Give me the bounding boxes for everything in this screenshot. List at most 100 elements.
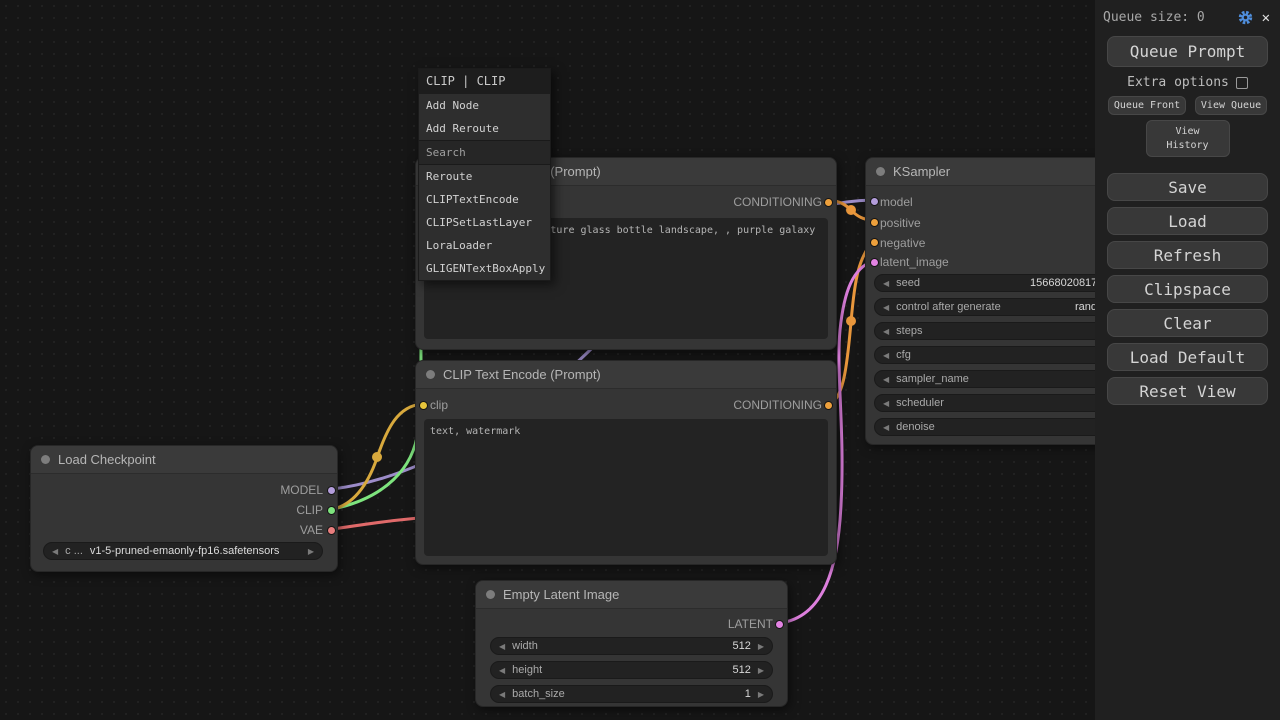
load-button[interactable]: Load xyxy=(1107,207,1268,235)
increment-arrow-icon[interactable]: ▶ xyxy=(758,690,764,699)
decrement-arrow-icon[interactable]: ◀ xyxy=(883,375,889,384)
clear-button[interactable]: Clear xyxy=(1107,309,1268,337)
input-slot-positive: positive xyxy=(880,216,921,230)
output-slot-model: MODEL xyxy=(280,483,323,497)
decrement-arrow-icon[interactable]: ◀ xyxy=(883,303,889,312)
input-slot-latent-image: latent_image xyxy=(880,255,949,269)
node-header[interactable]: Load Checkpoint xyxy=(31,446,337,474)
menu-item-loraloader[interactable]: LoraLoader xyxy=(419,234,550,257)
clipspace-button[interactable]: Clipspace xyxy=(1107,275,1268,303)
decrement-arrow-icon[interactable]: ◀ xyxy=(883,279,889,288)
widget-value: 1 xyxy=(745,688,751,700)
output-dot-conditioning[interactable] xyxy=(824,198,833,207)
menu-search-input[interactable]: Search xyxy=(419,140,550,165)
widget-label: scheduler xyxy=(896,397,944,409)
menu-item-clipsetlastlayer[interactable]: CLIPSetLastLayer xyxy=(419,211,550,234)
link-midpoint-dot xyxy=(372,452,382,462)
collapse-dot-icon[interactable] xyxy=(876,167,885,176)
wire-clip-drag xyxy=(333,201,423,509)
decrement-arrow-icon[interactable]: ◀ xyxy=(499,642,505,651)
output-dot-model[interactable] xyxy=(327,486,336,495)
widget-label: c ... xyxy=(65,545,83,557)
add-node-context-menu: CLIP | CLIP Add Node Add Reroute Search … xyxy=(418,68,551,281)
queue-front-button[interactable]: Queue Front xyxy=(1108,96,1186,115)
menu-item-gligentextboxapply[interactable]: GLIGENTextBoxApply xyxy=(419,257,550,280)
decrement-arrow-icon[interactable]: ◀ xyxy=(499,690,505,699)
comfyui-menu-panel: Queue size: 0 ✕ Queue Prompt Extra optio… xyxy=(1095,0,1280,720)
widget-value: 512 xyxy=(732,640,750,652)
widget-width[interactable]: ◀ width 512 ▶ xyxy=(490,637,773,655)
close-menu-icon[interactable]: ✕ xyxy=(1262,10,1270,26)
output-dot-latent[interactable] xyxy=(775,620,784,629)
widget-value: v1-5-pruned-emaonly-fp16.safetensors xyxy=(90,545,280,557)
node-header[interactable]: CLIP Text Encode (Prompt) xyxy=(416,361,836,389)
decrement-arrow-icon[interactable]: ◀ xyxy=(52,547,58,556)
increment-arrow-icon[interactable]: ▶ xyxy=(758,666,764,675)
output-slot-latent: LATENT xyxy=(728,617,773,631)
view-history-button[interactable]: View History xyxy=(1146,120,1230,157)
input-slot-negative: negative xyxy=(880,236,925,250)
input-slot-model: model xyxy=(880,195,913,209)
input-dot-clip[interactable] xyxy=(419,401,428,410)
menu-item-reroute[interactable]: Reroute xyxy=(419,165,550,188)
reset-view-button[interactable]: Reset View xyxy=(1107,377,1268,405)
widget-value: 512 xyxy=(732,664,750,676)
widget-label: width xyxy=(512,640,538,652)
decrement-arrow-icon[interactable]: ◀ xyxy=(883,399,889,408)
collapse-dot-icon[interactable] xyxy=(426,370,435,379)
widget-label: height xyxy=(512,664,542,676)
collapse-dot-icon[interactable] xyxy=(41,455,50,464)
output-slot-conditioning: CONDITIONING xyxy=(733,398,822,412)
queue-size-label: Queue size: 0 xyxy=(1103,10,1229,25)
output-slot-conditioning: CONDITIONING xyxy=(733,195,822,209)
load-default-button[interactable]: Load Default xyxy=(1107,343,1268,371)
extra-options-label: Extra options xyxy=(1127,75,1229,90)
widget-batch-size[interactable]: ◀ batch_size 1 ▶ xyxy=(490,685,773,703)
widget-value: 15668020817 xyxy=(1030,277,1097,289)
node-title: CLIP Text Encode (Prompt) xyxy=(443,367,601,382)
settings-gear-icon[interactable] xyxy=(1237,9,1254,26)
widget-label: steps xyxy=(896,325,922,337)
decrement-arrow-icon[interactable]: ◀ xyxy=(883,351,889,360)
queue-prompt-button[interactable]: Queue Prompt xyxy=(1107,36,1268,67)
collapse-dot-icon[interactable] xyxy=(486,590,495,599)
node-title: KSampler xyxy=(893,164,950,179)
input-dot-latent-image[interactable] xyxy=(870,258,879,267)
increment-arrow-icon[interactable]: ▶ xyxy=(758,642,764,651)
node-title: Load Checkpoint xyxy=(58,452,156,467)
node-header[interactable]: Empty Latent Image xyxy=(476,581,787,609)
save-button[interactable]: Save xyxy=(1107,173,1268,201)
decrement-arrow-icon[interactable]: ◀ xyxy=(499,666,505,675)
extra-options-checkbox[interactable] xyxy=(1236,77,1248,89)
node-empty-latent-image[interactable]: Empty Latent Image LATENT ◀ width 512 ▶ … xyxy=(475,580,788,707)
node-load-checkpoint[interactable]: Load Checkpoint MODEL CLIP VAE ◀ c ... v… xyxy=(30,445,338,572)
refresh-button[interactable]: Refresh xyxy=(1107,241,1268,269)
output-dot-vae[interactable] xyxy=(327,526,336,535)
input-dot-negative[interactable] xyxy=(870,238,879,247)
link-midpoint-dot xyxy=(846,316,856,326)
output-dot-conditioning[interactable] xyxy=(824,401,833,410)
input-dot-model[interactable] xyxy=(870,197,879,206)
output-slot-clip: CLIP xyxy=(296,503,323,517)
context-menu-title: CLIP | CLIP xyxy=(419,69,550,94)
widget-label: sampler_name xyxy=(896,373,969,385)
widget-label: control after generate xyxy=(896,301,1001,313)
menu-item-add-reroute[interactable]: Add Reroute xyxy=(419,117,550,140)
widget-label: batch_size xyxy=(512,688,565,700)
widget-height[interactable]: ◀ height 512 ▶ xyxy=(490,661,773,679)
input-dot-positive[interactable] xyxy=(870,218,879,227)
decrement-arrow-icon[interactable]: ◀ xyxy=(883,327,889,336)
decrement-arrow-icon[interactable]: ◀ xyxy=(883,423,889,432)
menu-item-add-node[interactable]: Add Node xyxy=(419,94,550,117)
input-slot-clip: clip xyxy=(430,398,448,412)
output-dot-clip[interactable] xyxy=(327,506,336,515)
widget-label: denoise xyxy=(896,421,935,433)
node-title: Empty Latent Image xyxy=(503,587,619,602)
increment-arrow-icon[interactable]: ▶ xyxy=(308,547,314,556)
link-midpoint-dot xyxy=(846,205,856,215)
view-queue-button[interactable]: View Queue xyxy=(1195,96,1267,115)
menu-item-cliptextencode[interactable]: CLIPTextEncode xyxy=(419,188,550,211)
prompt-textarea[interactable]: text, watermark xyxy=(424,419,828,556)
node-clip-text-encode-2[interactable]: CLIP Text Encode (Prompt) clip CONDITION… xyxy=(415,360,837,565)
widget-ckpt-name[interactable]: ◀ c ... v1-5-pruned-emaonly-fp16.safeten… xyxy=(43,542,323,560)
